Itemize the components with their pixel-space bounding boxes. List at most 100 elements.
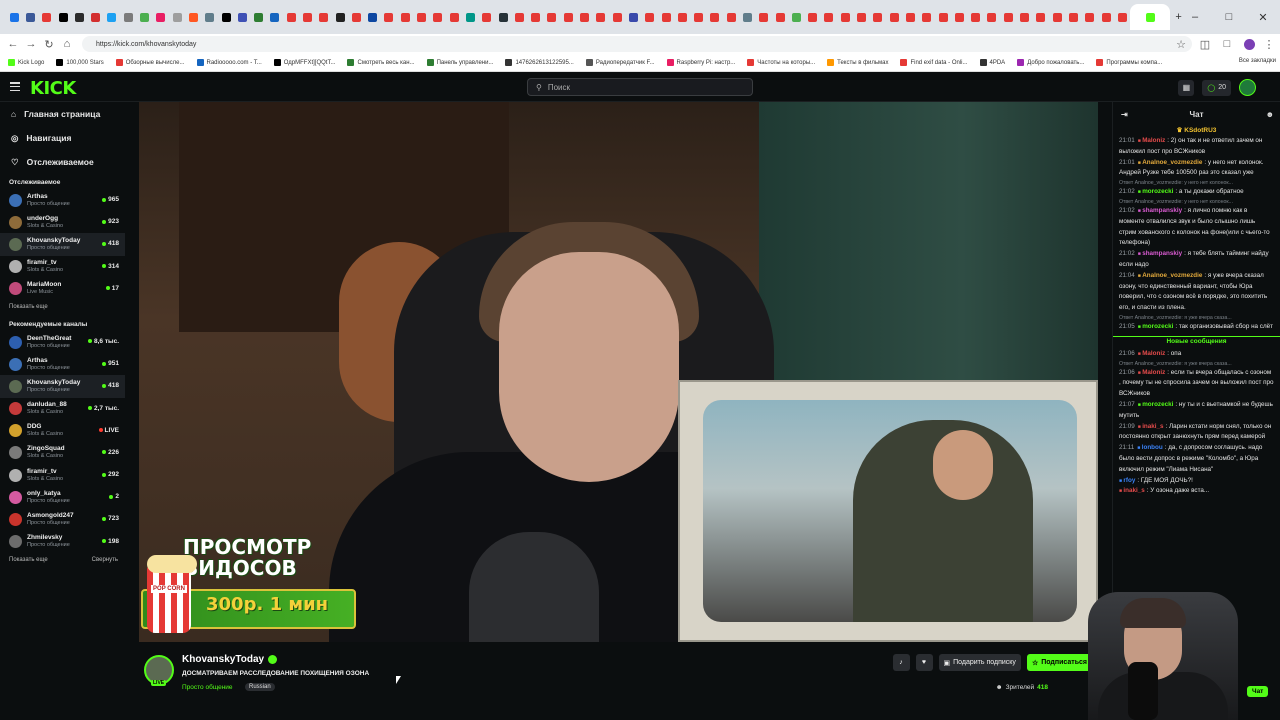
bell-icon[interactable]: ♪ xyxy=(892,654,910,671)
bookmark-item[interactable]: Тексты в фильмах xyxy=(827,59,888,66)
browser-tab[interactable] xyxy=(397,4,413,30)
browser-tab[interactable] xyxy=(1114,4,1130,30)
chat-username[interactable]: inaki_s xyxy=(1142,423,1163,430)
chat-username[interactable]: shampanskiy xyxy=(1142,207,1182,214)
chat-reply-preview[interactable]: Ответ Analnoe_vozmezdie: у него нет коло… xyxy=(1119,198,1274,206)
chat-username[interactable]: Maloniz xyxy=(1142,369,1165,376)
browser-tab[interactable] xyxy=(136,4,152,30)
browser-tab[interactable] xyxy=(511,4,527,30)
browser-tab[interactable] xyxy=(462,4,478,30)
sidebar-channel[interactable]: DDG Slots & Casino LIVE xyxy=(0,420,125,442)
browser-tab[interactable] xyxy=(1033,4,1049,30)
browser-tab[interactable] xyxy=(185,4,201,30)
browser-tab[interactable] xyxy=(1065,4,1081,30)
browser-tab[interactable] xyxy=(1082,4,1098,30)
browser-tab[interactable] xyxy=(593,4,609,30)
browser-tab[interactable] xyxy=(316,4,332,30)
chat-username[interactable]: Analnoe_vozmezdie xyxy=(1142,272,1202,279)
reload-icon[interactable]: ↻ xyxy=(40,34,58,54)
browser-tab[interactable] xyxy=(87,4,103,30)
browser-tab[interactable] xyxy=(1000,4,1016,30)
browser-tab[interactable] xyxy=(1016,4,1032,30)
sidebar-nav-item[interactable]: ◎ Навигация xyxy=(0,126,125,150)
browser-tab[interactable] xyxy=(919,4,935,30)
heart-button[interactable]: ♥ xyxy=(915,654,933,671)
url-field[interactable]: https://kick.com/khovanskytoday xyxy=(82,36,1192,52)
browser-tab[interactable] xyxy=(560,4,576,30)
browser-tab[interactable] xyxy=(870,4,886,30)
chat-reply-preview[interactable]: Ответ Analnoe_vozmezdie: я уже вчера ска… xyxy=(1119,314,1274,322)
browser-tab[interactable] xyxy=(902,4,918,30)
sidepanel-icon[interactable]: □ xyxy=(1218,34,1236,54)
browser-tab[interactable] xyxy=(283,4,299,30)
sidebar-channel[interactable]: MariaMoon Live Music 17 xyxy=(0,278,125,300)
stream-tag[interactable]: Russian xyxy=(245,683,275,691)
kick-logo[interactable]: KICK xyxy=(30,78,76,99)
sidebar-channel[interactable]: Arthas Просто общение 965 xyxy=(0,189,125,211)
browser-tab[interactable] xyxy=(707,4,723,30)
browser-tab[interactable] xyxy=(267,4,283,30)
user-avatar[interactable] xyxy=(1239,79,1256,96)
hamburger-icon[interactable] xyxy=(10,82,20,91)
bookmark-star-icon[interactable]: ☆ xyxy=(1172,34,1190,54)
bookmark-item[interactable]: Радиопередатчик F... xyxy=(585,59,655,66)
bookmark-item[interactable]: ОдрMFFXt][QQtT... xyxy=(273,59,335,66)
sidebar-channel[interactable]: danludan_88 Slots & Casino 2,7 тыс. xyxy=(0,398,125,420)
browser-tab[interactable] xyxy=(299,4,315,30)
stream-category[interactable]: Просто общение xyxy=(182,684,233,691)
browser-tab[interactable] xyxy=(120,4,136,30)
chat-username[interactable]: rfoy xyxy=(1123,477,1135,484)
browser-tab[interactable] xyxy=(71,4,87,30)
new-messages-divider[interactable]: Новые сообщения xyxy=(1113,335,1280,346)
points-counter[interactable]: ◯ 20 xyxy=(1202,79,1231,96)
browser-tab[interactable] xyxy=(365,4,381,30)
bookmark-item[interactable]: 4PDA xyxy=(979,59,1005,66)
chat-username[interactable]: morozecki xyxy=(1142,401,1173,408)
chat-username[interactable]: inaki_s xyxy=(1123,487,1144,494)
browser-tab[interactable] xyxy=(821,4,837,30)
browser-tab[interactable] xyxy=(723,4,739,30)
browser-tab[interactable] xyxy=(332,4,348,30)
browser-tab[interactable] xyxy=(169,4,185,30)
bookmark-item[interactable]: Добро пожаловать... xyxy=(1017,59,1084,66)
sidebar-channel[interactable]: KhovanskyToday Просто общение 418 xyxy=(0,375,125,398)
chat-reply-preview[interactable]: Ответ Analnoe_vozmezdie: я уже вчера ска… xyxy=(1119,360,1274,368)
browser-tab[interactable] xyxy=(202,4,218,30)
channel-name[interactable]: KhovanskyToday xyxy=(182,654,264,665)
browser-tab[interactable] xyxy=(984,4,1000,30)
sidebar-channel[interactable]: firamir_tv Slots & Casino 314 xyxy=(0,256,125,278)
sidebar-channel[interactable]: Zhmilevsky Просто общение 198 xyxy=(0,531,125,553)
all-bookmarks[interactable]: Все закладки xyxy=(1238,58,1276,64)
forward-icon[interactable]: → xyxy=(22,34,40,54)
sidebar-channel[interactable]: only_katya Просто общение 2 xyxy=(0,486,125,508)
bookmark-item[interactable]: Raspberry Pi: настр... xyxy=(666,59,735,66)
extensions-icon[interactable]: ◫ xyxy=(1196,34,1214,54)
collapse-button[interactable]: Свернуть xyxy=(92,557,118,563)
chat-username[interactable]: morozecki xyxy=(1142,323,1173,330)
browser-tab[interactable] xyxy=(609,4,625,30)
sidebar-nav-item[interactable]: ⌂ Главная страница xyxy=(0,102,125,126)
browser-tab[interactable] xyxy=(544,4,560,30)
chat-username[interactable]: lonbou xyxy=(1142,444,1163,451)
pinned-gifter[interactable]: ♛ KSdotRU3 xyxy=(1113,126,1280,136)
bookmark-item[interactable]: Смотреть весь кан... xyxy=(347,59,415,66)
layout-icon[interactable]: ▦ xyxy=(1178,79,1195,96)
browser-tab[interactable] xyxy=(479,4,495,30)
browser-tab[interactable] xyxy=(1098,4,1114,30)
browser-tab[interactable] xyxy=(1049,4,1065,30)
bookmark-item[interactable]: Kick Logo xyxy=(8,59,44,66)
maximize-icon[interactable]: □ xyxy=(1212,0,1246,34)
home-icon[interactable]: ⌂ xyxy=(58,34,76,54)
browser-tab[interactable] xyxy=(951,4,967,30)
gift-sub-button[interactable]: ▣ Подарить подписку xyxy=(938,654,1021,671)
browser-tab[interactable] xyxy=(234,4,250,30)
bookmark-item[interactable]: Программы компа... xyxy=(1096,59,1162,66)
close-icon[interactable]: ✕ xyxy=(1246,0,1280,34)
chat-username[interactable]: shampanskiy xyxy=(1142,250,1182,257)
browser-tab[interactable] xyxy=(413,4,429,30)
browser-tab[interactable] xyxy=(739,4,755,30)
search-input[interactable]: ⚲ Поиск xyxy=(527,78,753,96)
bookmark-item[interactable]: Обзорные вычисле... xyxy=(115,59,185,66)
sidebar-channel[interactable]: Arthas Просто общение 951 xyxy=(0,353,125,375)
chat-username[interactable]: Maloniz xyxy=(1142,350,1165,357)
